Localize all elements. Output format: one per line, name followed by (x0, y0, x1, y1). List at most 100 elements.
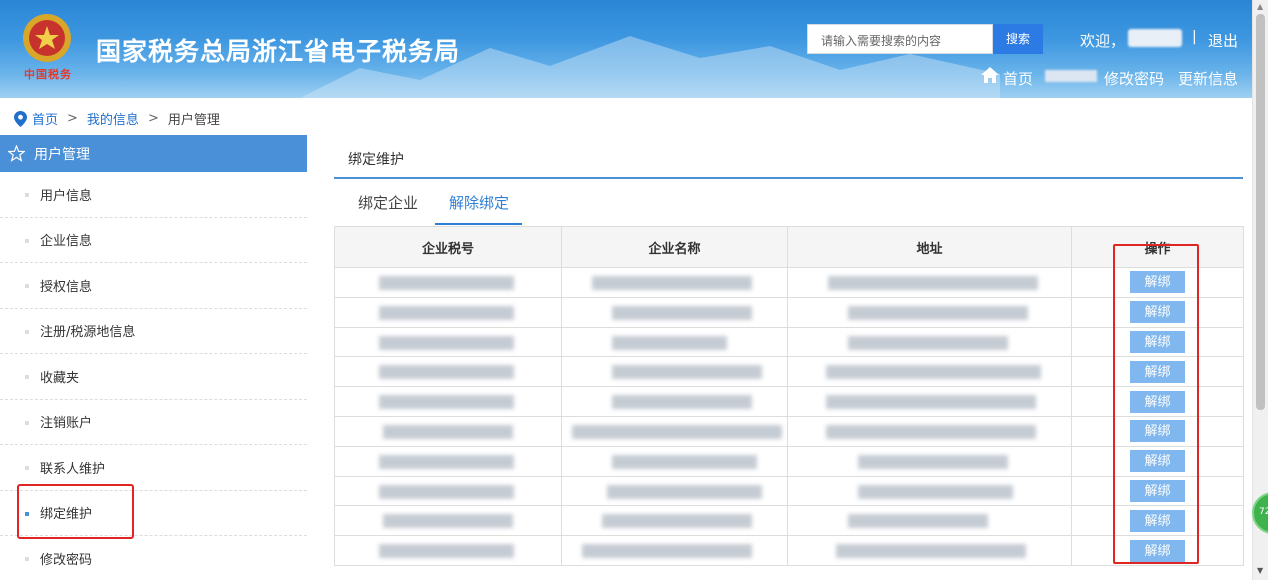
sidebar-item-auth-info[interactable]: 授权信息 (0, 263, 307, 309)
table-row: 解绑 (334, 386, 1244, 417)
redacted-cell (787, 475, 1072, 507)
blurred-text (612, 335, 727, 350)
unbind-button[interactable]: 解绑 (1130, 450, 1185, 473)
blurred-text (612, 454, 757, 469)
breadcrumb-current: 用户管理 (167, 113, 220, 128)
redacted-cell (334, 415, 562, 447)
unbind-button[interactable]: 解绑 (1130, 390, 1185, 413)
unbind-button[interactable]: 解绑 (1130, 509, 1185, 532)
site-header: 中国税务 国家税务总局浙江省电子税务局 请输入需要搜索的内容 搜索 欢迎， | … (0, 0, 1252, 98)
sidebar-header: 用户管理 (0, 135, 307, 172)
blurred-text (858, 454, 1008, 469)
blurred-text (602, 514, 752, 529)
column-header: 企业名称 (561, 226, 788, 268)
redacted-cell (561, 356, 788, 388)
table-row: 解绑 (334, 415, 1244, 447)
redacted-cell (334, 445, 562, 477)
action-cell: 解绑 (1071, 326, 1244, 358)
location-pin-icon (14, 110, 27, 127)
sidebar-title: 用户管理 (34, 146, 90, 163)
redacted-cell (561, 505, 788, 537)
sidebar-item-label: 注册/税源地信息 (40, 325, 136, 341)
blurred-text (612, 305, 752, 320)
bullet (25, 466, 29, 470)
update-info-link[interactable]: 更新信息 (1178, 68, 1238, 89)
redacted-cell (787, 296, 1072, 328)
blurred-text (383, 514, 513, 529)
blurred-text (612, 365, 762, 380)
sidebar-item-label: 收藏夹 (40, 370, 80, 386)
breadcrumb-home[interactable]: 首页 (32, 109, 58, 128)
sidebar-item-company-info[interactable]: 企业信息 (0, 218, 307, 263)
column-header: 操作 (1071, 226, 1244, 268)
blurred-text (383, 424, 513, 439)
blurred-text (582, 544, 752, 559)
blurred-text (379, 544, 514, 559)
action-cell: 解绑 (1071, 267, 1244, 298)
redacted-cell (334, 267, 562, 298)
separator: | (1192, 29, 1197, 45)
breadcrumb-my-info[interactable]: 我的信息 (87, 109, 139, 128)
action-cell: 解绑 (1071, 386, 1244, 417)
unbind-button[interactable]: 解绑 (1130, 360, 1185, 383)
username-redacted (1128, 29, 1182, 47)
blurred-text (848, 335, 1008, 350)
table-row: 解绑 (334, 505, 1244, 537)
blurred-text (379, 335, 514, 350)
emblem-text: 中国税务 (24, 68, 72, 81)
sidebar-item-label: 用户信息 (40, 188, 93, 204)
redacted-cell (561, 386, 788, 417)
blurred-text (828, 276, 1038, 290)
redacted-cell (787, 356, 1072, 388)
redacted-cell (334, 475, 562, 507)
table-row: 解绑 (334, 535, 1244, 566)
home-icon[interactable] (980, 66, 1000, 84)
unbind-button[interactable]: 解绑 (1130, 301, 1185, 324)
tab-bind-company[interactable]: 绑定企业 (358, 192, 418, 213)
bullet (25, 420, 29, 425)
sidebar-item-registration-info[interactable]: 注册/税源地信息 (0, 309, 307, 354)
redacted-cell (334, 326, 562, 358)
bullet (25, 557, 29, 561)
bullet (25, 329, 29, 334)
redacted-cell (787, 386, 1072, 417)
redacted-cell (561, 415, 788, 447)
action-cell: 解绑 (1071, 505, 1244, 537)
sidebar-item-cancel-account[interactable]: 注销账户 (0, 400, 307, 445)
redacted-cell (334, 535, 562, 566)
unbind-button[interactable]: 解绑 (1130, 479, 1185, 502)
redacted-cell (787, 267, 1072, 298)
redacted-cell (561, 445, 788, 477)
unbind-button[interactable]: 解绑 (1130, 420, 1185, 443)
sidebar-item-favorites[interactable]: 收藏夹 (0, 354, 307, 400)
blurred-text (612, 395, 752, 410)
change-password-link[interactable]: 修改密码 (1104, 68, 1164, 89)
logout-link[interactable]: 退出 (1208, 30, 1238, 51)
column-header: 地址 (787, 226, 1072, 268)
search-button[interactable]: 搜索 (993, 24, 1043, 54)
scroll-up-arrow-icon[interactable]: ▲ (1257, 2, 1263, 11)
redacted-cell (787, 326, 1072, 358)
action-cell: 解绑 (1071, 415, 1244, 447)
blurred-text (379, 305, 514, 320)
search-input[interactable]: 请输入需要搜索的内容 (807, 24, 993, 54)
blurred-text (607, 484, 762, 499)
scroll-thumb[interactable] (1256, 14, 1265, 410)
sidebar-item-label: 企业信息 (40, 234, 93, 250)
unbind-button[interactable]: 解绑 (1130, 330, 1185, 353)
table-row: 解绑 (334, 267, 1244, 298)
unbind-button[interactable]: 解绑 (1130, 271, 1185, 294)
blurred-text (379, 454, 514, 469)
blurred-text (572, 424, 782, 439)
scroll-down-arrow-icon[interactable]: ▼ (1257, 566, 1263, 575)
home-link[interactable]: 首页 (1003, 68, 1033, 89)
table-row: 解绑 (334, 296, 1244, 328)
redacted-cell (561, 535, 788, 566)
sidebar-item-change-password[interactable]: 修改密码 (0, 536, 307, 580)
blurred-text (836, 544, 1026, 559)
unbind-button[interactable]: 解绑 (1130, 539, 1185, 562)
redacted-text (1045, 70, 1097, 82)
sidebar-item-user-info[interactable]: 用户信息 (0, 172, 307, 218)
table-header-row: 企业税号 企业名称 地址 操作 (334, 226, 1244, 268)
tab-unbind[interactable]: 解除绑定 (449, 192, 509, 213)
